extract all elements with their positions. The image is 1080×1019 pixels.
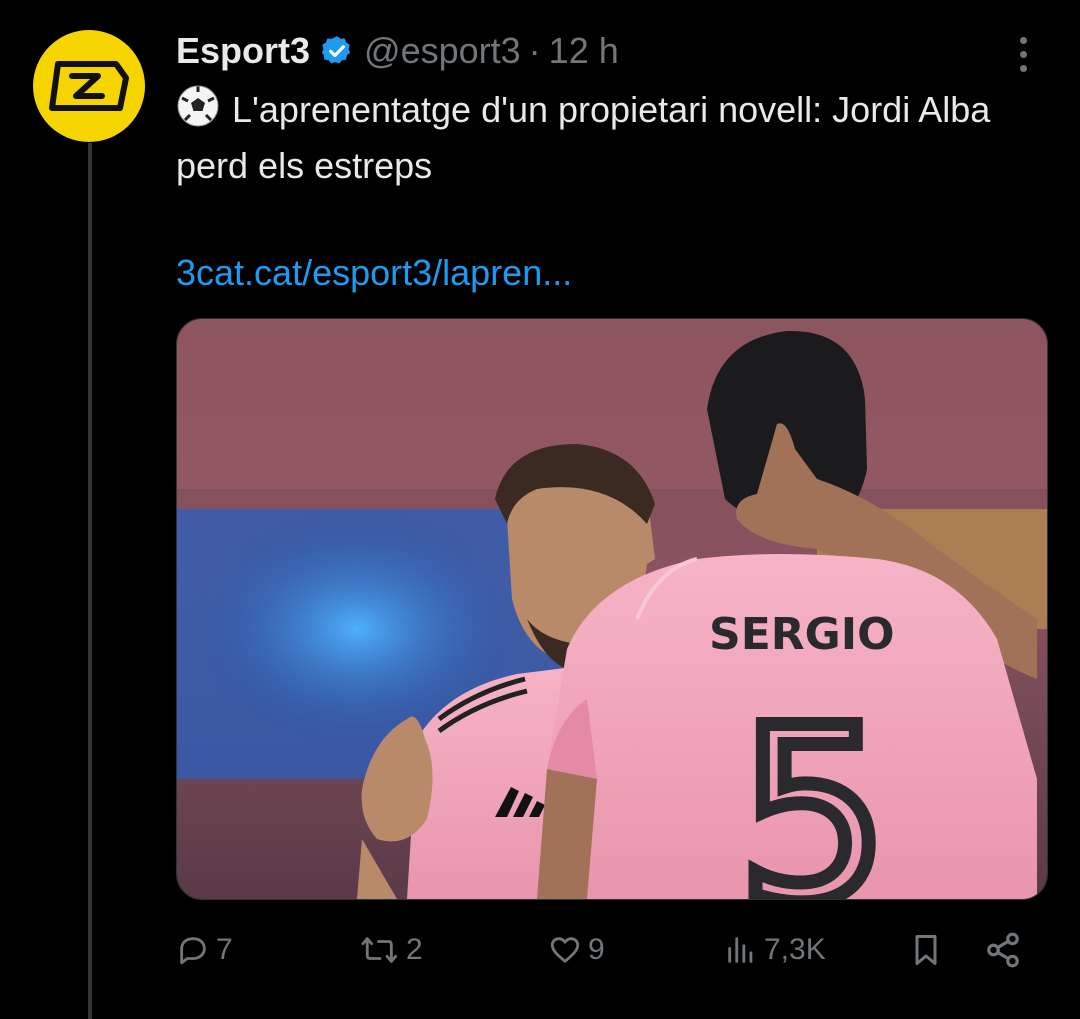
reply-count: 7 — [216, 933, 233, 966]
timestamp[interactable]: 12 h — [549, 30, 619, 72]
views-count: 7,3K — [764, 933, 826, 966]
repost-button[interactable]: 2 — [360, 920, 423, 980]
tweet-text-body: L'aprenentatge d'un propietari novell: J… — [176, 89, 991, 186]
bookmark-icon — [915, 935, 937, 965]
reply-button[interactable]: 7 — [176, 920, 233, 980]
repost-count: 2 — [406, 933, 423, 966]
tweet-text: L'aprenentatge d'un propietari novell: J… — [176, 84, 1056, 191]
repost-icon — [361, 937, 398, 963]
bookmark-button[interactable] — [908, 920, 944, 980]
views-icon — [728, 937, 753, 963]
like-button[interactable]: 9 — [548, 920, 605, 980]
views-button[interactable]: 7,3K — [724, 920, 826, 980]
avatar[interactable] — [33, 30, 145, 142]
tweet-image[interactable]: SERGIO 5 — [176, 318, 1048, 900]
action-bar: 7 2 9 7,3K — [176, 920, 1046, 980]
thread-line — [88, 143, 92, 1019]
tweet-header: Esport3 @esport3 · 12 h — [176, 26, 619, 76]
reply-icon — [180, 937, 206, 965]
jersey-name: SERGIO — [709, 609, 895, 660]
esport3-logo-icon — [49, 61, 129, 111]
more-icon[interactable] — [1008, 34, 1038, 74]
share-button[interactable] — [984, 920, 1022, 980]
verified-icon — [320, 34, 354, 68]
like-icon — [550, 937, 580, 963]
share-icon — [987, 932, 1019, 968]
like-count: 9 — [588, 933, 605, 966]
author-name[interactable]: Esport3 — [176, 30, 310, 72]
author-handle[interactable]: @esport3 — [364, 30, 521, 72]
tweet-link[interactable]: 3cat.cat/esport3/lapren... — [176, 252, 572, 294]
jersey-number: 5 — [737, 676, 890, 899]
soccer-ball-icon — [176, 84, 220, 141]
separator: · — [528, 30, 541, 71]
